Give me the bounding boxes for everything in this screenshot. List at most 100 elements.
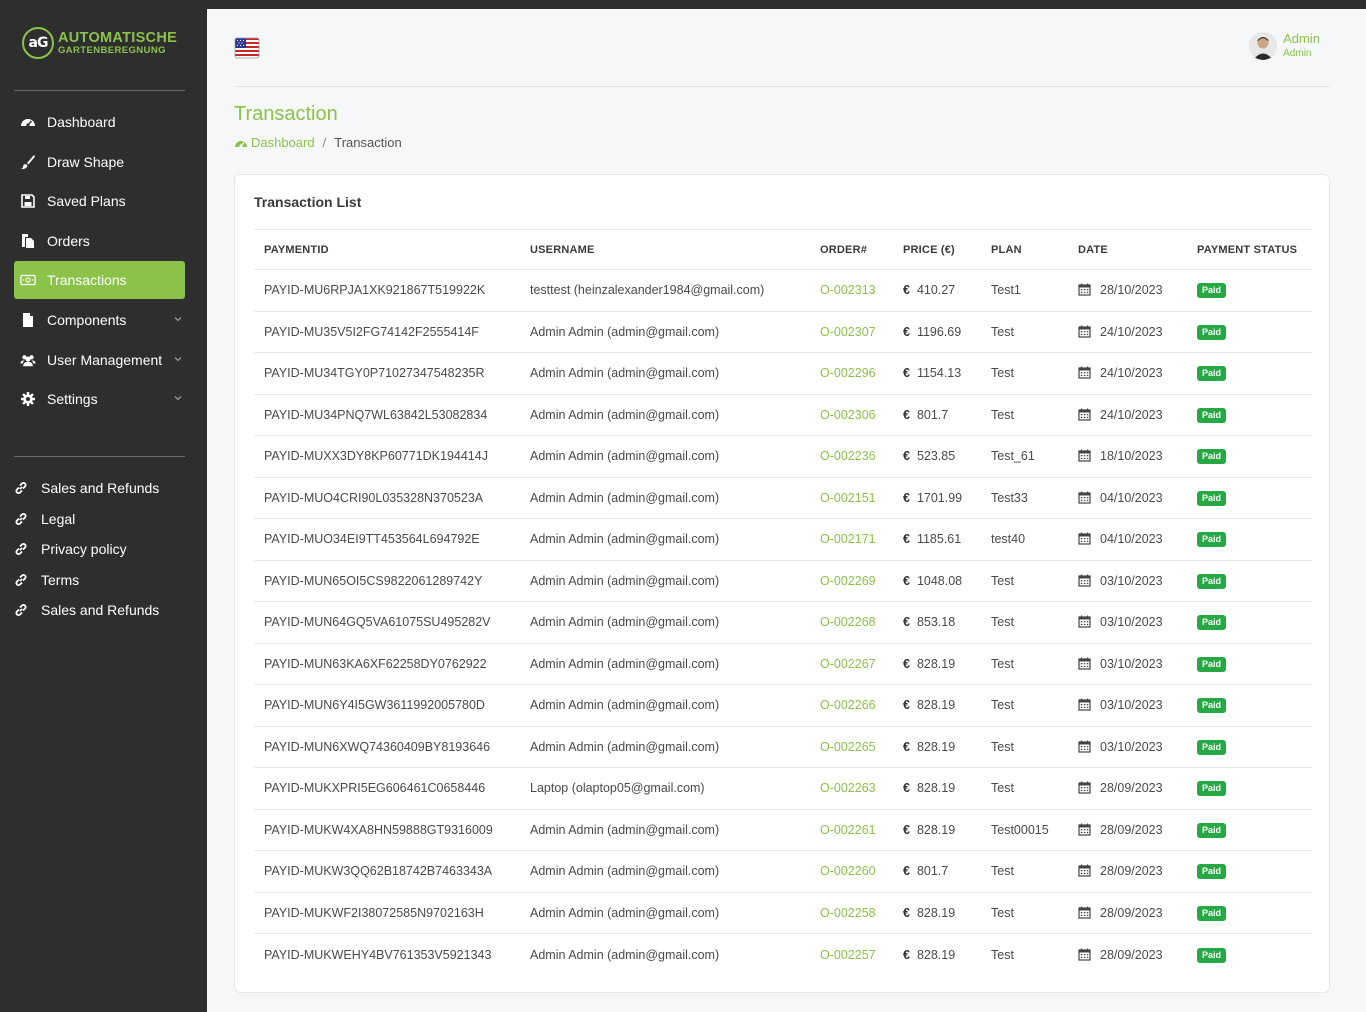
sidebar-item-label: Orders	[47, 232, 90, 249]
price-cell: €828.19	[893, 643, 981, 685]
order-link[interactable]: O-002151	[810, 477, 893, 519]
brand-logo[interactable]: aG AUTOMATISCHE GARTENBEREGNUNG	[22, 26, 182, 60]
price-value: 1196.69	[916, 324, 962, 339]
price-cell: €828.19	[893, 809, 981, 851]
sidebar-item-label: Settings	[47, 391, 98, 408]
order-link[interactable]: O-002306	[810, 394, 893, 436]
payment-status-cell: Paid	[1187, 352, 1312, 395]
price-cell: €828.19	[893, 934, 981, 976]
user-menu[interactable]: Admin Admin	[1249, 31, 1320, 61]
order-link[interactable]: O-002171	[810, 518, 893, 561]
sidebar-link-sales-and-refunds[interactable]: Sales and Refunds	[13, 595, 193, 626]
date-cell: 04/10/2023	[1068, 477, 1187, 519]
order-link[interactable]: O-002268	[810, 601, 893, 644]
sidebar-item-components[interactable]: Components	[14, 301, 185, 339]
link-icon	[13, 541, 29, 557]
order-link[interactable]: O-002261	[810, 809, 893, 851]
avatar	[1249, 32, 1278, 60]
plan-cell: Test1	[981, 269, 1068, 312]
plan-cell: Test	[981, 560, 1068, 602]
transaction-card: Transaction List PAYMENTID USERNAME ORDE…	[234, 174, 1330, 993]
sidebar-divider	[14, 456, 185, 457]
column-header-payment-status[interactable]: PAYMENT STATUS	[1187, 229, 1312, 270]
username-cell: Admin Admin (admin@gmail.com)	[520, 560, 810, 602]
status-badge: Paid	[1197, 781, 1227, 797]
column-header-order[interactable]: ORDER#	[810, 229, 893, 270]
page-title: Transaction	[234, 103, 338, 125]
price-value: 523.85	[916, 449, 956, 464]
order-link[interactable]: O-002260	[810, 850, 893, 893]
username-cell: Admin Admin (admin@gmail.com)	[520, 726, 810, 768]
order-link[interactable]: O-002296	[810, 352, 893, 395]
column-header-price[interactable]: PRICE (€)	[893, 229, 981, 270]
username-cell: Admin Admin (admin@gmail.com)	[520, 518, 810, 561]
sidebar-item-settings[interactable]: Settings	[14, 380, 185, 418]
top-bar: Admin Admin	[234, 9, 1330, 87]
sidebar-item-orders[interactable]: Orders	[14, 222, 185, 260]
column-header-date[interactable]: DATE	[1068, 229, 1187, 270]
date-value: 03/10/2023	[1100, 615, 1163, 630]
breadcrumb-home-link[interactable]: Dashboard	[234, 135, 315, 150]
table-row: PAYID-MUO4CRI90L035328N370523A Admin Admi…	[254, 477, 1312, 519]
order-link[interactable]: O-002263	[810, 767, 893, 810]
order-link[interactable]: O-002258	[810, 892, 893, 934]
price-value: 828.19	[916, 781, 956, 796]
breadcrumb: Dashboard / Transaction	[234, 135, 402, 150]
payment-id-cell: PAYID-MU35V5I2FG74142F2555414F	[254, 311, 520, 353]
calendar-icon	[1078, 823, 1100, 837]
date-value: 24/10/2023	[1100, 366, 1163, 381]
table-row: PAYID-MU34TGY0P71027347548235R Admin Admi…	[254, 352, 1312, 395]
sidebar-item-saved-plans[interactable]: Saved Plans	[14, 182, 185, 220]
column-header-plan[interactable]: PLAN	[981, 229, 1068, 270]
breadcrumb-current: Transaction	[334, 135, 402, 150]
order-link[interactable]: O-002307	[810, 311, 893, 353]
sidebar-link-terms[interactable]: Terms	[13, 565, 193, 596]
sidebar-item-user-management[interactable]: User Management	[14, 341, 185, 379]
payment-status-cell: Paid	[1187, 477, 1312, 519]
sidebar-item-label: Saved Plans	[47, 193, 126, 210]
order-link[interactable]: O-002267	[810, 643, 893, 685]
sidebar-links: Sales and Refunds Legal Privacy policy Term…	[13, 473, 193, 626]
price-value: 1154.13	[916, 366, 962, 381]
payment-status-cell: Paid	[1187, 601, 1312, 644]
date-value: 28/09/2023	[1100, 864, 1163, 879]
sidebar-link-sales-and-refunds[interactable]: Sales and Refunds	[13, 473, 193, 504]
payment-status-cell: Paid	[1187, 560, 1312, 602]
logo-text: AUTOMATISCHE GARTENBEREGNUNG	[58, 30, 177, 56]
sidebar-item-transactions[interactable]: Transactions	[14, 261, 185, 300]
calendar-icon	[1078, 449, 1100, 463]
calendar-icon	[1078, 864, 1100, 878]
euro-icon: €	[903, 822, 910, 837]
table-row: PAYID-MUN6XWQ74360409BY8193646 Admin Admi…	[254, 726, 1312, 768]
payment-status-cell: Paid	[1187, 311, 1312, 353]
plan-cell: Test	[981, 601, 1068, 644]
date-cell: 04/10/2023	[1068, 518, 1187, 561]
column-header-username[interactable]: USERNAME	[520, 229, 810, 270]
order-link[interactable]: O-002269	[810, 560, 893, 602]
order-link[interactable]: O-002313	[810, 269, 893, 312]
table-row: PAYID-MU6RPJA1XK921867T519922K testtest (…	[254, 269, 1312, 312]
order-link[interactable]: O-002236	[810, 435, 893, 478]
sidebar-link-privacy-policy[interactable]: Privacy policy	[13, 534, 193, 565]
price-value: 410.27	[916, 283, 956, 298]
euro-icon: €	[903, 615, 910, 630]
column-header-paymentid[interactable]: PAYMENTID	[254, 229, 520, 270]
order-link[interactable]: O-002266	[810, 684, 893, 727]
sidebar-link-legal[interactable]: Legal	[13, 504, 193, 535]
username-cell: testtest (heinzalexander1984@gmail.com)	[520, 269, 810, 312]
plan-cell: Test	[981, 311, 1068, 353]
link-icon	[13, 602, 29, 618]
date-value: 03/10/2023	[1100, 698, 1163, 713]
table-header-row: PAYMENTID USERNAME ORDER# PRICE (€) PLAN…	[254, 229, 1312, 270]
link-icon	[13, 511, 29, 527]
sidebar-item-dashboard[interactable]: Dashboard	[14, 103, 185, 141]
plan-cell: Test	[991, 947, 1014, 962]
logo-mark: aG	[22, 27, 54, 59]
sidebar-item-draw-shape[interactable]: Draw Shape	[14, 143, 185, 181]
us-flag-icon[interactable]	[234, 36, 260, 60]
order-link[interactable]: O-002265	[810, 726, 893, 768]
status-badge: Paid	[1197, 739, 1227, 755]
date-value: 28/10/2023	[1100, 283, 1163, 298]
order-link[interactable]: O-002257	[810, 934, 893, 976]
username-cell: Admin Admin (admin@gmail.com)	[520, 892, 810, 934]
